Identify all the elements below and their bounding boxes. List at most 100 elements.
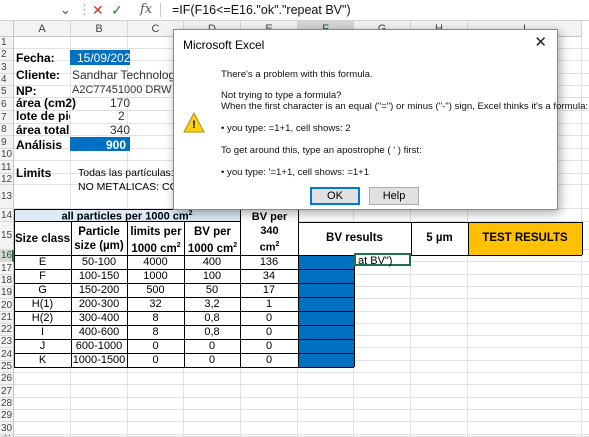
size-class-header: Size class: [15, 233, 70, 245]
select-all-corner[interactable]: [0, 21, 14, 37]
column-header-b[interactable]: B: [71, 21, 128, 37]
bv340-header-line1: BV per: [251, 211, 288, 223]
cell-bv-1000[interactable]: 400: [184, 257, 240, 268]
cell-limits[interactable]: 4000: [127, 257, 184, 268]
cell-limits[interactable]: 8: [127, 327, 184, 338]
cell-bv-340[interactable]: 136: [240, 257, 298, 268]
cell-bv-340[interactable]: 0: [240, 313, 298, 324]
bv-header-sup: 2: [233, 242, 238, 249]
row-header-30[interactable]: 30: [0, 422, 14, 435]
bv340-header-sup: 2: [275, 241, 280, 248]
row-header-6[interactable]: 6: [0, 98, 14, 111]
warning-triangle-icon: !: [183, 111, 205, 134]
row-header-8[interactable]: 8: [0, 124, 14, 136]
five-um-header: 5 µm: [426, 232, 453, 244]
cell-particle-size[interactable]: 400-600: [71, 327, 127, 338]
row-header-16[interactable]: 16: [0, 250, 14, 262]
cell-limits[interactable]: 0: [127, 355, 184, 366]
gridline-horizontal: [14, 409, 589, 410]
row-header-18[interactable]: 18: [0, 275, 14, 287]
row-header-20[interactable]: 20: [0, 299, 14, 312]
row-header-5[interactable]: 5: [0, 86, 14, 98]
enter-entry-icon[interactable]: ✓: [111, 2, 123, 18]
row-header-1[interactable]: 1: [0, 37, 14, 49]
ok-button[interactable]: OK: [310, 187, 360, 205]
row-header-24[interactable]: 24: [0, 348, 14, 361]
cell-bv-1000[interactable]: 3,2: [184, 299, 240, 310]
row-header-19[interactable]: 19: [0, 287, 14, 299]
cell-particle-size[interactable]: 150-200: [71, 285, 127, 296]
cell-bv-1000[interactable]: 50: [184, 285, 240, 296]
cell-bv-1000[interactable]: 0: [184, 355, 240, 366]
cell-bv-1000[interactable]: 0,8: [184, 313, 240, 324]
analisis-label: Análisis: [16, 138, 63, 152]
cell-bv-340[interactable]: 17: [240, 285, 298, 296]
row-header-9[interactable]: 9: [0, 136, 14, 149]
cell-bv-340[interactable]: 0: [240, 341, 298, 352]
row-header-28[interactable]: 28: [0, 398, 14, 410]
row-header-23[interactable]: 23: [0, 336, 14, 348]
column-header-a[interactable]: A: [14, 21, 71, 37]
help-button[interactable]: Help: [369, 187, 419, 205]
name-box-dropdown-icon[interactable]: ⌄: [60, 2, 71, 18]
cell-bv-1000[interactable]: 0: [184, 341, 240, 352]
cell-size-class[interactable]: H(2): [14, 313, 71, 324]
row-header-14[interactable]: 14: [0, 209, 14, 222]
row-header-25[interactable]: 25: [0, 361, 14, 373]
cancel-entry-icon[interactable]: ✕: [92, 2, 104, 18]
cell-particle-size[interactable]: 200-300: [71, 299, 127, 310]
row-header-7[interactable]: 7: [0, 111, 14, 124]
cell-particle-size[interactable]: 300-400: [71, 313, 127, 324]
formula-bar-divider: [160, 3, 161, 17]
row-header-17[interactable]: 17: [0, 262, 14, 275]
dialog-message-line2: Not trying to type a formula?: [221, 90, 342, 101]
cell-size-class[interactable]: F: [14, 271, 71, 282]
cell-bv-340[interactable]: 0: [240, 327, 298, 338]
gridline-horizontal: [14, 397, 589, 398]
cell-bv-1000[interactable]: 0,8: [184, 327, 240, 338]
cell-bv-340[interactable]: 34: [240, 271, 298, 282]
row-header-12[interactable]: 12: [0, 174, 14, 185]
row-header-27[interactable]: 27: [0, 385, 14, 398]
close-icon[interactable]: ✕: [534, 35, 547, 51]
cell-bv-340[interactable]: 1: [240, 299, 298, 310]
bv-header-line2: 1000 cm: [187, 242, 234, 255]
cell-size-class[interactable]: E: [14, 257, 71, 268]
active-cell-f16[interactable]: at BV"): [354, 253, 411, 267]
cell-size-class[interactable]: G: [14, 285, 71, 296]
cell-limits[interactable]: 0: [127, 341, 184, 352]
cell-particle-size[interactable]: 50-100: [71, 257, 127, 268]
row-header-15[interactable]: 15: [0, 222, 14, 250]
area-total-value: 340: [110, 123, 131, 137]
cell-bv-1000[interactable]: 100: [184, 271, 240, 282]
cell-limits[interactable]: 1000: [127, 271, 184, 282]
cell-size-class[interactable]: K: [14, 355, 71, 366]
cell-limits[interactable]: 500: [127, 285, 184, 296]
error-dialog: Microsoft Excel ✕ There's a problem with…: [173, 29, 588, 210]
cell-size-class[interactable]: H(1): [14, 299, 71, 310]
formula-input[interactable]: =IF(F16<=E16."ok"."repeat BV"): [172, 2, 351, 18]
row-header-2[interactable]: 2: [0, 49, 14, 61]
row-header-21[interactable]: 21: [0, 312, 14, 324]
cell-particle-size[interactable]: 100-150: [71, 271, 127, 282]
cell-size-class[interactable]: J: [14, 341, 71, 352]
row-header-29[interactable]: 29: [0, 410, 14, 422]
row-header-26[interactable]: 26: [0, 373, 14, 385]
row-header-10[interactable]: 10: [0, 149, 14, 161]
row-header-3[interactable]: 3: [0, 61, 14, 74]
limits-label: Limits: [16, 166, 52, 180]
row-header-4[interactable]: 4: [0, 74, 14, 86]
cell-particle-size[interactable]: 1000-1500: [71, 355, 127, 366]
dialog-title: Microsoft Excel: [183, 38, 265, 52]
row-header-22[interactable]: 22: [0, 324, 14, 336]
insert-function-icon[interactable]: fx: [140, 2, 152, 18]
table-border: [14, 339, 354, 340]
group-header-text: all particles per 1000 cm: [61, 210, 189, 223]
cell-limits[interactable]: 8: [127, 313, 184, 324]
cell-limits[interactable]: 32: [127, 299, 184, 310]
cell-particle-size[interactable]: 600-1000: [71, 341, 127, 352]
cell-bv-340[interactable]: 0: [240, 355, 298, 366]
row-header-13[interactable]: 13: [0, 185, 14, 209]
row-header-11[interactable]: 11: [0, 161, 14, 174]
cell-size-class[interactable]: I: [14, 327, 71, 338]
